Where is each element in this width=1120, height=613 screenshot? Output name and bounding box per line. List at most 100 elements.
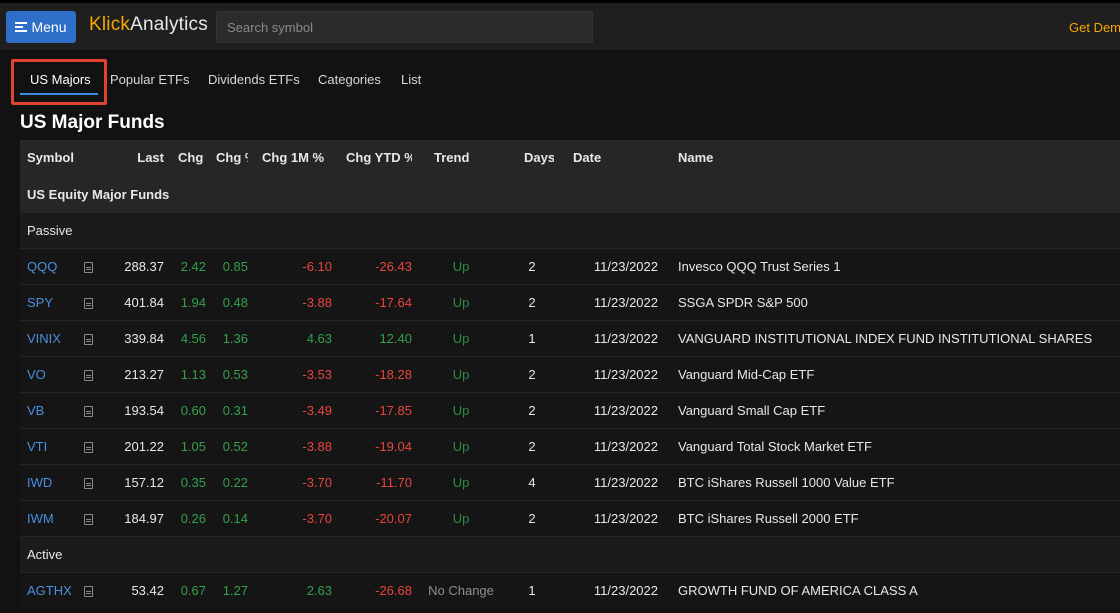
- column-header-trend[interactable]: Trend: [412, 140, 510, 176]
- last-price: 193.54: [110, 391, 164, 428]
- table-row[interactable]: VO 213.27 1.13 0.53 -3.53 -18.28 Up 2 11…: [20, 355, 1120, 392]
- chg-ytd-value: -17.64: [332, 283, 412, 320]
- column-header-symbol[interactable]: Symbol: [20, 140, 110, 176]
- group-label: US Equity Major Funds: [20, 175, 1120, 212]
- chg-ytd-value: -18.28: [332, 355, 412, 392]
- top-navbar: Menu KlickAnalytics Get Dem: [0, 0, 1120, 50]
- table-row[interactable]: IWM 184.97 0.26 0.14 -3.70 -20.07 Up 2 1…: [20, 499, 1120, 536]
- table-row[interactable]: SPY 401.84 1.94 0.48 -3.88 -17.64 Up 2 1…: [20, 283, 1120, 320]
- get-demo-link[interactable]: Get Dem: [1069, 20, 1120, 35]
- document-icon[interactable]: [84, 405, 93, 417]
- chg-value: 0.26: [164, 499, 206, 536]
- column-header-date[interactable]: Date: [554, 140, 662, 176]
- symbol-link[interactable]: IWD: [20, 463, 84, 500]
- trend-value: Up: [412, 283, 510, 320]
- tab-list[interactable]: List: [401, 72, 421, 87]
- last-price: 184.97: [110, 499, 164, 536]
- menu-button[interactable]: Menu: [6, 11, 76, 43]
- last-price: 201.22: [110, 427, 164, 464]
- trend-value: Up: [412, 427, 510, 464]
- document-icon[interactable]: [84, 297, 93, 309]
- chg-1m-value: -3.70: [248, 463, 332, 500]
- chg-ytd-value: -26.43: [332, 247, 412, 284]
- table-row[interactable]: AGTHX 53.42 0.67 1.27 2.63 -26.68 No Cha…: [20, 571, 1120, 608]
- column-header-chg[interactable]: Chg: [164, 140, 206, 176]
- column-header-days[interactable]: Days: [510, 140, 554, 176]
- table-row[interactable]: VB 193.54 0.60 0.31 -3.49 -17.85 Up 2 11…: [20, 391, 1120, 428]
- menu-button-label: Menu: [31, 19, 67, 35]
- column-header-chg-1m[interactable]: Chg 1M %: [248, 140, 332, 176]
- days-value: 2: [510, 355, 554, 392]
- column-header-name[interactable]: Name: [662, 140, 1120, 176]
- tab-dividends-etfs[interactable]: Dividends ETFs: [208, 72, 300, 87]
- chg-ytd-value: 12.40: [332, 319, 412, 356]
- table-row[interactable]: VTI 201.22 1.05 0.52 -3.88 -19.04 Up 2 1…: [20, 427, 1120, 464]
- symbol-link[interactable]: IWM: [20, 499, 84, 536]
- chg-1m-value: 4.63: [248, 319, 332, 356]
- fund-name: BTC iShares Russell 2000 ETF: [662, 499, 1120, 536]
- table-row[interactable]: VINIX 339.84 4.56 1.36 4.63 12.40 Up 1 1…: [20, 319, 1120, 356]
- days-value: 1: [510, 319, 554, 356]
- chg-pct-value: 0.31: [206, 391, 248, 428]
- column-header-chg-pct[interactable]: Chg %: [206, 140, 248, 176]
- date-value: 11/23/2022: [554, 499, 662, 536]
- column-header-last[interactable]: Last: [110, 140, 164, 176]
- document-icon[interactable]: [84, 513, 93, 525]
- symbol-link[interactable]: VO: [20, 355, 84, 392]
- fund-name: Vanguard Mid-Cap ETF: [662, 355, 1120, 392]
- document-icon[interactable]: [84, 585, 93, 597]
- fund-name: Invesco QQQ Trust Series 1: [662, 247, 1120, 284]
- table-row[interactable]: QQQ 288.37 2.42 0.85 -6.10 -26.43 Up 2 1…: [20, 247, 1120, 284]
- symbol-link[interactable]: QQQ: [20, 247, 84, 284]
- date-value: 11/23/2022: [554, 571, 662, 608]
- document-icon[interactable]: [84, 333, 93, 345]
- group-row: US Equity Major Funds: [20, 175, 1120, 212]
- funds-table: Symbol Last Chg Chg % Chg 1M % Chg YTD %…: [20, 140, 1120, 608]
- symbol-link[interactable]: SPY: [20, 283, 84, 320]
- table-row[interactable]: IWD 157.12 0.35 0.22 -3.70 -11.70 Up 4 1…: [20, 463, 1120, 500]
- fund-name: SSGA SPDR S&P 500: [662, 283, 1120, 320]
- last-price: 213.27: [110, 355, 164, 392]
- document-icon[interactable]: [84, 477, 93, 489]
- symbol-link[interactable]: VB: [20, 391, 84, 428]
- date-value: 11/23/2022: [554, 463, 662, 500]
- brand-logo[interactable]: KlickAnalytics: [89, 14, 208, 36]
- chg-value: 1.94: [164, 283, 206, 320]
- days-value: 4: [510, 463, 554, 500]
- days-value: 1: [510, 571, 554, 608]
- chg-1m-value: -3.49: [248, 391, 332, 428]
- chg-ytd-value: -20.07: [332, 499, 412, 536]
- days-value: 2: [510, 283, 554, 320]
- chg-pct-value: 1.27: [206, 571, 248, 608]
- chg-value: 0.35: [164, 463, 206, 500]
- symbol-link[interactable]: VTI: [20, 427, 84, 464]
- trend-value: Up: [412, 463, 510, 500]
- symbol-link[interactable]: VINIX: [20, 319, 84, 356]
- date-value: 11/23/2022: [554, 427, 662, 464]
- chg-1m-value: -3.88: [248, 427, 332, 464]
- tab-popular-etfs[interactable]: Popular ETFs: [110, 72, 189, 87]
- trend-value: Up: [412, 391, 510, 428]
- fund-name: VANGUARD INSTITUTIONAL INDEX FUND INSTIT…: [662, 319, 1120, 356]
- section-label: Active: [20, 535, 1120, 572]
- trend-value: Up: [412, 499, 510, 536]
- column-header-chg-ytd[interactable]: Chg YTD %: [332, 140, 412, 176]
- days-value: 2: [510, 499, 554, 536]
- document-icon[interactable]: [84, 441, 93, 453]
- symbol-link[interactable]: AGTHX: [20, 571, 84, 608]
- chg-value: 1.05: [164, 427, 206, 464]
- document-icon[interactable]: [84, 369, 93, 381]
- chg-pct-value: 0.52: [206, 427, 248, 464]
- tab-categories[interactable]: Categories: [318, 72, 381, 87]
- days-value: 2: [510, 427, 554, 464]
- trend-value: No Change: [412, 571, 510, 608]
- chg-ytd-value: -17.85: [332, 391, 412, 428]
- last-price: 288.37: [110, 247, 164, 284]
- chg-pct-value: 0.85: [206, 247, 248, 284]
- document-icon[interactable]: [84, 261, 93, 273]
- chg-1m-value: -3.88: [248, 283, 332, 320]
- chg-1m-value: -3.53: [248, 355, 332, 392]
- search-input[interactable]: [216, 11, 593, 43]
- last-price: 339.84: [110, 319, 164, 356]
- chg-1m-value: -3.70: [248, 499, 332, 536]
